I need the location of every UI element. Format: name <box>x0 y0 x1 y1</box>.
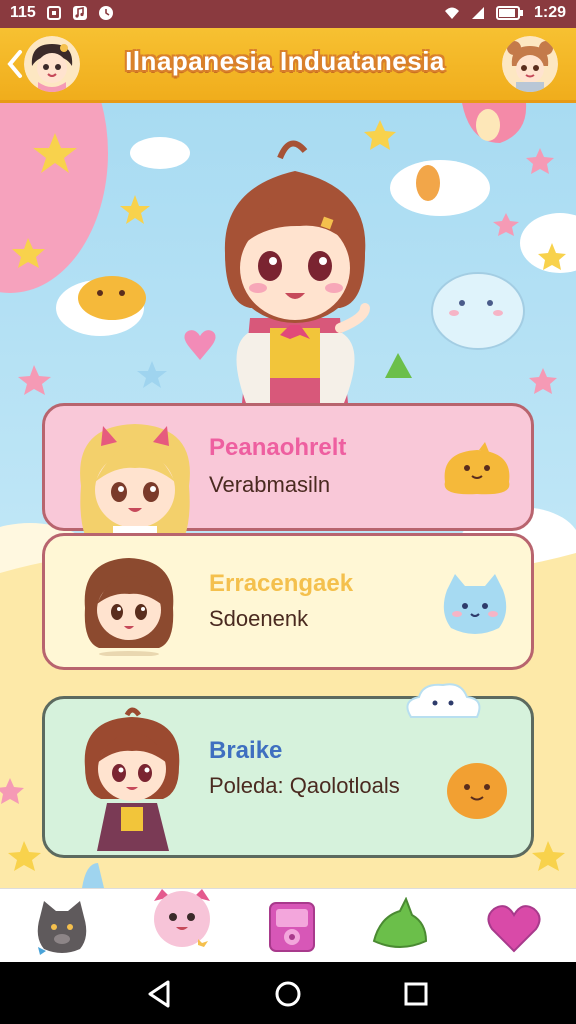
status-right: 1:29 <box>444 4 566 22</box>
star <box>120 195 150 224</box>
balloon <box>476 109 500 141</box>
list-item[interactable]: Peanaohrelt Verabmasiln <box>42 403 534 556</box>
star <box>137 361 167 388</box>
pink-creature-icon[interactable] <box>148 883 216 951</box>
leaf-icon[interactable] <box>370 897 430 957</box>
home-circle-icon[interactable] <box>268 974 308 1014</box>
brown-hair-boy-avatar <box>84 707 180 851</box>
recents-square-icon[interactable] <box>396 974 436 1014</box>
system-nav-bar <box>0 962 576 1024</box>
list-item[interactable]: Braike Poleda: Qaolotloals <box>42 683 534 858</box>
cat-face-icon[interactable] <box>32 897 92 957</box>
page-title: Ilnapanesia Induatanesia <box>125 46 445 76</box>
star <box>18 365 51 395</box>
wifi-icon <box>444 7 459 19</box>
main-content: Peanaohrelt Verabmasiln Erracengaek Sdoe… <box>0 103 576 888</box>
list-item[interactable]: Erracengaek Sdoenenk <box>42 533 534 670</box>
battery-icon <box>495 6 523 20</box>
status-bar: 115 1:29 <box>0 0 576 28</box>
pink-blob-left <box>0 103 108 293</box>
girl-avatar[interactable] <box>24 36 80 92</box>
yellow-blob-mascot-hero <box>78 276 146 320</box>
star <box>493 213 519 236</box>
cloud-mascot <box>406 683 481 718</box>
orange-blob-mascot <box>447 763 507 819</box>
app-bar: Ilnapanesia Induatanesia <box>0 28 576 103</box>
status-time: 1:29 <box>533 4 566 21</box>
balloon <box>416 165 440 201</box>
blue-cat-mascot <box>443 574 507 634</box>
clock-icon <box>98 6 113 20</box>
star <box>529 368 557 394</box>
triangle-gem <box>385 353 412 378</box>
chevron-left-icon[interactable] <box>4 48 26 80</box>
yellow-blob-mascot <box>444 442 510 495</box>
notification-square-icon <box>46 6 61 20</box>
cloud <box>130 137 190 169</box>
bear-avatar[interactable] <box>502 36 558 92</box>
card-subtitle: Poleda: Qaolotloals <box>209 773 400 798</box>
card-subtitle: Sdoenenk <box>209 606 309 631</box>
signal-icon <box>471 7 484 19</box>
whale-mascot <box>431 272 525 350</box>
card-title: Erracengaek <box>209 570 354 597</box>
brown-hair-girl-avatar <box>84 558 174 656</box>
heart-icon[interactable] <box>484 897 544 957</box>
music-player-icon[interactable] <box>262 897 322 957</box>
heart <box>184 330 216 360</box>
star <box>364 120 396 150</box>
music-icon <box>72 6 87 20</box>
status-left-label: 115 <box>10 4 36 21</box>
card-title: Peanaohrelt <box>209 434 347 461</box>
card-title: Braike <box>209 737 283 764</box>
back-triangle-icon[interactable] <box>140 974 180 1014</box>
anime-girl-mascot <box>224 140 370 403</box>
star <box>526 148 554 174</box>
card-subtitle: Verabmasiln <box>209 472 331 497</box>
cloud <box>390 160 490 216</box>
bottom-nav <box>0 888 576 963</box>
status-left: 115 <box>10 4 114 22</box>
